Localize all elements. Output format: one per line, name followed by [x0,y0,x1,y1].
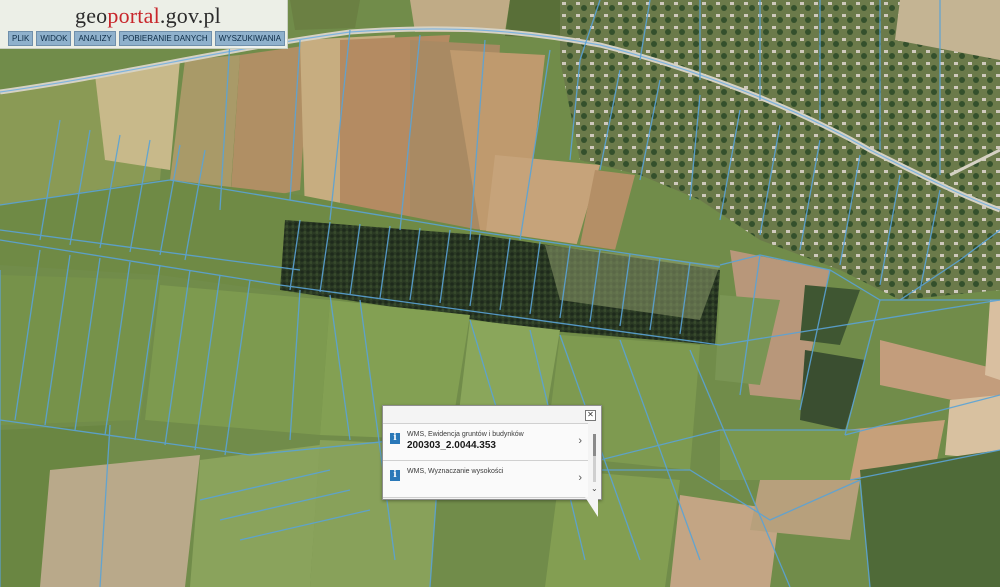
logo-geo: geo [75,3,108,28]
geoportal-header: geoportal.gov.pl PLIK WIDOK ANALIZY POBI… [0,0,288,49]
parcel-id: 200303_2.0044.353 [407,440,496,451]
popup-scrollbar[interactable]: ⌄ [591,426,598,496]
info-icon: i [390,433,400,444]
chevron-right-icon[interactable]: › [578,435,582,447]
layer-name: WMS, Wyznaczanie wysokości [407,468,504,475]
logo-gov: .gov.pl [159,3,221,28]
chevron-down-icon[interactable]: ⌄ [591,484,598,493]
scrollbar-thumb[interactable] [593,434,596,456]
info-icon: i [390,470,400,481]
result-row-wysokosci[interactable]: i WMS, Wyznaczanie wysokości › [383,461,588,498]
menu-wyszukiwania[interactable]: WYSZUKIWANIA [214,31,286,46]
logo-portal: portal [107,3,160,28]
main-menu: PLIK WIDOK ANALIZY POBIERANIE DANYCH WYS… [8,31,286,46]
menu-analizy[interactable]: ANALIZY [74,31,116,46]
result-row-egib[interactable]: i WMS, Ewidencja gruntów i budynków 2003… [383,423,588,461]
menu-plik[interactable]: PLIK [8,31,34,46]
menu-pobieranie-danych[interactable]: POBIERANIE DANYCH [118,31,212,46]
layer-name: WMS, Ewidencja gruntów i budynków [407,431,524,438]
geoportal-logo[interactable]: geoportal.gov.pl [75,3,221,29]
popup-pointer [585,497,598,517]
chevron-right-icon[interactable]: › [578,472,582,484]
close-icon[interactable]: ✕ [585,410,596,421]
popup-results-list: i WMS, Ewidencja gruntów i budynków 2003… [383,423,588,499]
menu-widok[interactable]: WIDOK [36,31,72,46]
feature-info-popup: ✕ i WMS, Ewidencja gruntów i budynków 20… [382,405,602,500]
